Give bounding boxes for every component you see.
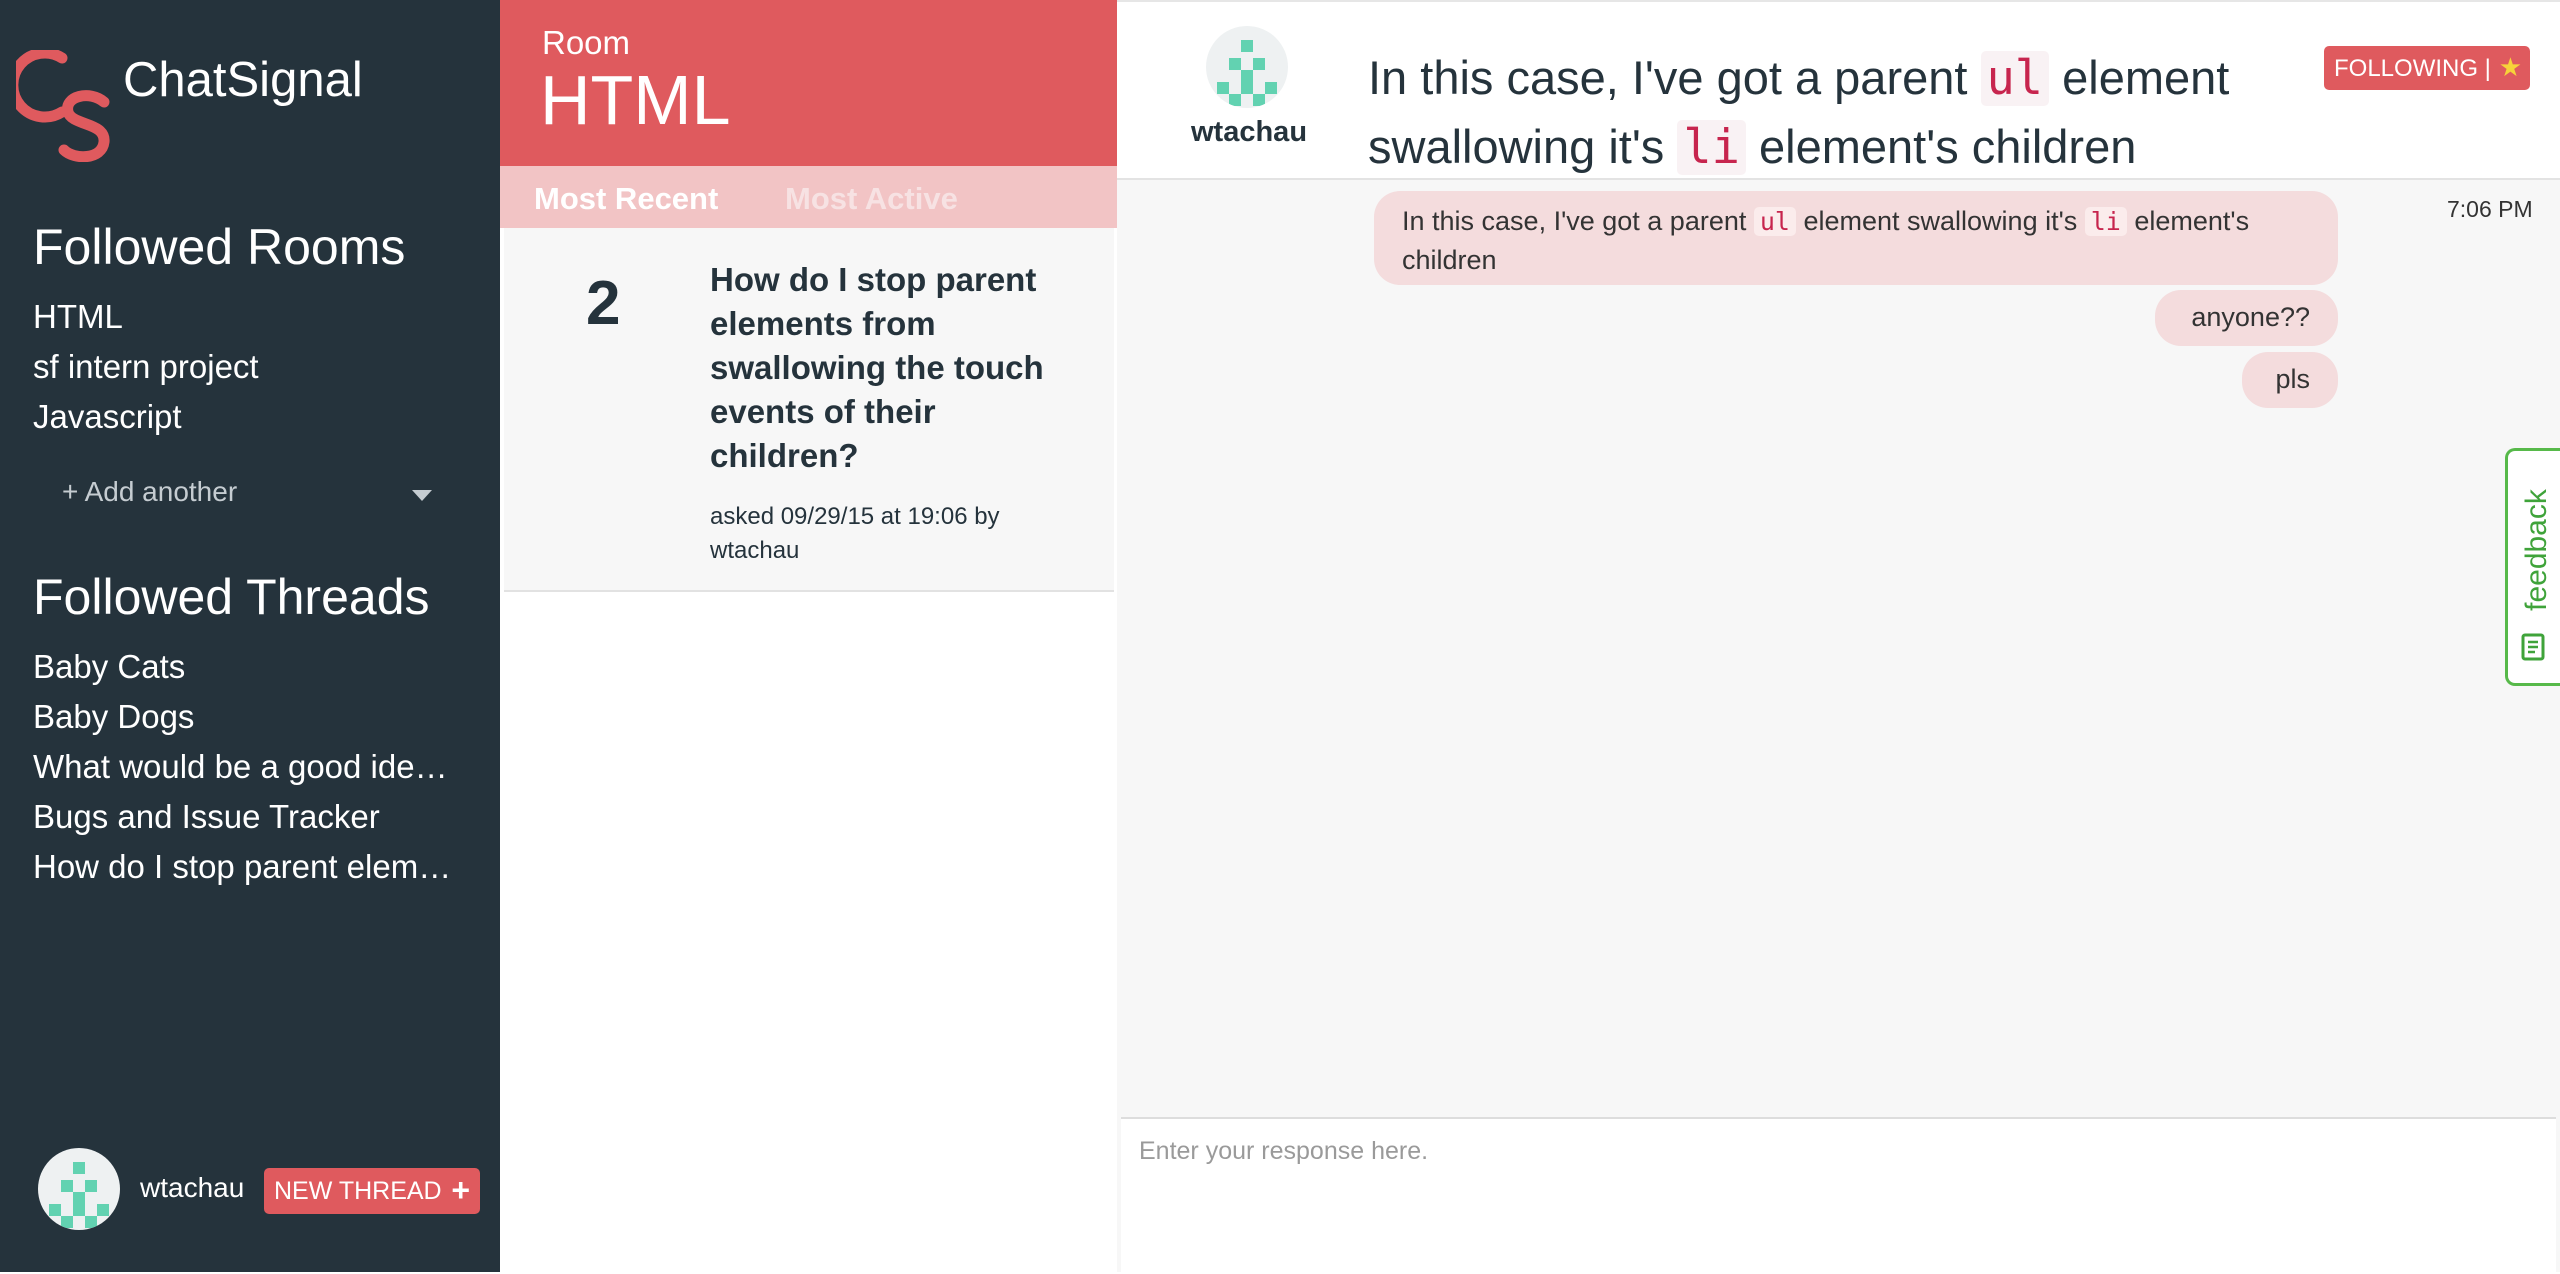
op-name[interactable]: wtachau (1191, 116, 1307, 149)
sidebar-room-javascript[interactable]: Javascript (33, 398, 182, 436)
room-panel: Room HTML Most Recent Most Active 2 How … (500, 0, 1119, 1272)
thread-heading: In this case, I've got a parent ul eleme… (1368, 44, 2298, 182)
plus-icon: + (451, 1172, 470, 1208)
sidebar-thread-bugs-tracker[interactable]: Bugs and Issue Tracker (33, 798, 380, 836)
sidebar-room-html[interactable]: HTML (33, 298, 123, 336)
add-room-dropdown[interactable]: + Add another (62, 476, 432, 516)
thread-header: wtachau In this case, I've got a parent … (1117, 0, 2560, 180)
message-text: anyone?? (2191, 302, 2310, 332)
sidebar: ChatSignal Followed Rooms HTML sf intern… (0, 0, 500, 1272)
message-text: element swallowing it's (1795, 206, 2085, 236)
user-avatar[interactable] (38, 1148, 120, 1230)
feedback-tab[interactable]: feedback (2505, 448, 2560, 686)
tab-most-recent[interactable]: Most Recent (534, 181, 718, 217)
message-text: pls (2275, 364, 2310, 394)
thread-card-meta: asked 09/29/15 at 19:06 by wtachau (710, 503, 1000, 564)
identicon-icon (49, 1162, 109, 1228)
sidebar-thread-baby-cats[interactable]: Baby Cats (33, 648, 185, 686)
star-icon: ★ (2498, 52, 2522, 82)
message-bubble: anyone?? (2155, 290, 2338, 346)
tab-most-active[interactable]: Most Active (785, 181, 958, 217)
room-name: HTML (540, 61, 731, 139)
new-thread-button[interactable]: NEW THREAD + (264, 1168, 480, 1214)
room-tabs: Most Recent Most Active (500, 166, 1117, 228)
heading-code-ul: ul (1980, 51, 2050, 106)
message-text: In this case, I've got a parent (1402, 206, 1754, 236)
message-bubble: pls (2242, 352, 2338, 408)
chatsignal-logo[interactable] (16, 50, 116, 162)
sidebar-thread-baby-dogs[interactable]: Baby Dogs (33, 698, 194, 736)
room-label: Room (542, 24, 631, 61)
sidebar-thread-stop-parent[interactable]: How do I stop parent elem… (33, 848, 451, 886)
following-label: FOLLOWING | (2334, 55, 2491, 82)
identicon-icon (1217, 40, 1277, 106)
heading-text: In this case, I've got a parent (1368, 51, 1981, 104)
followed-threads-heading: Followed Threads (33, 569, 430, 625)
message-code-ul: ul (1753, 207, 1796, 236)
message-timestamp: 7:06 PM (2447, 196, 2533, 222)
message-code-li: li (2084, 207, 2127, 236)
thread-view: wtachau In this case, I've got a parent … (1117, 0, 2560, 1274)
feedback-note-icon (2521, 633, 2545, 661)
user-name[interactable]: wtachau (140, 1172, 244, 1204)
following-button[interactable]: FOLLOWING | ★ (2324, 46, 2530, 90)
new-thread-label: NEW THREAD (274, 1177, 442, 1205)
thread-card[interactable]: 2 How do I stop parent elements from swa… (504, 228, 1114, 592)
add-room-label: + Add another (62, 476, 238, 507)
reply-input[interactable] (1137, 1135, 2541, 1259)
reply-area (1121, 1117, 2556, 1274)
caret-down-icon (412, 490, 432, 501)
thread-card-title[interactable]: How do I stop parent elements from swall… (710, 258, 1070, 478)
thread-message-count: 2 (586, 269, 621, 338)
op-avatar[interactable] (1206, 26, 1288, 108)
message-bubble: In this case, I've got a parent ul eleme… (1374, 191, 2338, 285)
room-header: Room HTML (500, 0, 1117, 166)
app-title[interactable]: ChatSignal (123, 52, 363, 108)
sidebar-thread-good-idea[interactable]: What would be a good ide… (33, 748, 448, 786)
followed-rooms-heading: Followed Rooms (33, 219, 406, 275)
heading-code-li: li (1677, 120, 1746, 175)
feedback-label: feedback (2520, 489, 2553, 611)
heading-text: element's children (1745, 120, 2137, 173)
sidebar-room-sf-intern-project[interactable]: sf intern project (33, 348, 259, 386)
